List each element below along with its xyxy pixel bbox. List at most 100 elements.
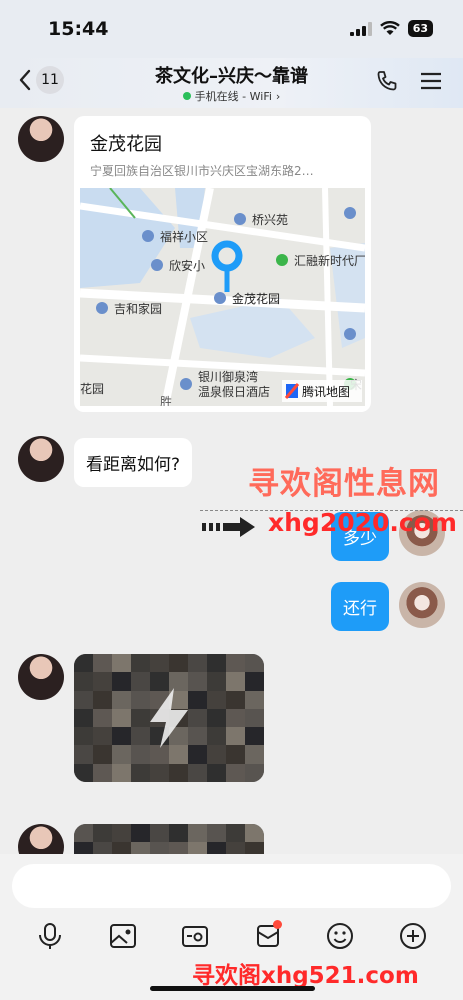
blur-cell — [112, 745, 131, 764]
contact-avatar[interactable] — [18, 436, 64, 482]
menu-icon[interactable] — [419, 69, 443, 93]
message-bubble-outgoing[interactable]: 还行 — [331, 582, 389, 631]
composer: 寻欢阁xhg521.com — [0, 854, 463, 1000]
blur-cell — [207, 763, 226, 782]
blur-cell — [112, 763, 131, 782]
image-message[interactable] — [74, 824, 264, 854]
status-time: 15:44 — [48, 18, 109, 40]
blur-cell — [169, 842, 188, 854]
wifi-icon — [379, 21, 400, 35]
blur-cell — [74, 824, 93, 843]
watermark-arrow-icon — [202, 517, 255, 537]
blur-cell — [245, 745, 264, 764]
status-bar: 15:44 63 — [0, 0, 463, 58]
blur-cell — [112, 654, 131, 673]
blur-cell — [74, 672, 93, 691]
blur-cell — [93, 842, 112, 854]
camera-button[interactable] — [175, 916, 215, 956]
blur-cell — [245, 672, 264, 691]
map-label-hotel-1: 银川御泉湾 — [198, 369, 258, 384]
chat-header: 11 茶文化–兴庆～靠谱 手机在线 - WiFi › — [0, 58, 463, 108]
blur-cell — [131, 763, 150, 782]
bottom-watermark: 寻欢阁xhg521.com — [192, 963, 419, 989]
photo-button[interactable] — [103, 916, 143, 956]
blur-cell — [93, 727, 112, 746]
subtitle-chevron: › — [275, 89, 281, 103]
blur-cell — [150, 842, 169, 854]
home-indicator[interactable] — [150, 986, 315, 991]
emoji-button[interactable] — [320, 916, 360, 956]
contact-avatar[interactable] — [18, 824, 64, 854]
blur-cell — [226, 654, 245, 673]
map-label-jinmao: 金茂花园 — [232, 291, 280, 306]
message-input[interactable] — [12, 864, 451, 908]
more-button[interactable] — [393, 916, 433, 956]
notification-dot — [272, 920, 282, 929]
voice-button[interactable] — [30, 916, 70, 956]
online-status-dot — [182, 92, 191, 100]
blur-cell — [226, 763, 245, 782]
blur-cell — [112, 842, 131, 854]
my-avatar[interactable] — [399, 582, 445, 628]
live-photo-message[interactable] — [74, 654, 264, 782]
message-bubble-incoming[interactable]: 看距离如何? — [74, 438, 193, 487]
blur-cell — [74, 842, 93, 854]
map-label-fuxiang: 福祥小区 — [160, 229, 208, 244]
blur-cell — [207, 654, 226, 673]
map-label-huirong: 汇融新时代厂 — [294, 253, 365, 268]
blur-cell — [74, 727, 93, 746]
blur-cell — [226, 672, 245, 691]
blur-cell — [112, 727, 131, 746]
blur-cell — [188, 654, 207, 673]
blur-cell — [245, 654, 264, 673]
blur-cell — [207, 824, 226, 843]
blur-cell — [207, 690, 226, 709]
blur-cell — [207, 745, 226, 764]
map-label-sheng: 胜 — [160, 394, 172, 406]
contact-avatar[interactable] — [18, 116, 64, 162]
blur-cell — [112, 690, 131, 709]
location-title: 金茂花园 — [90, 134, 162, 155]
map-label-huayuan: 花园 — [80, 381, 104, 396]
blur-cell — [226, 745, 245, 764]
blur-cell — [74, 745, 93, 764]
blur-cell — [169, 654, 188, 673]
blur-cell — [131, 842, 150, 854]
blur-cell — [131, 654, 150, 673]
contact-avatar[interactable] — [18, 654, 64, 700]
blur-cell — [245, 690, 264, 709]
blur-cell — [169, 824, 188, 843]
tencent-map-icon — [284, 383, 300, 399]
lightning-icon — [150, 688, 188, 748]
camera-icon — [182, 926, 209, 947]
blur-cell — [112, 672, 131, 691]
blur-cell — [169, 763, 188, 782]
location-message-card[interactable]: 金茂花园 宁夏回族自治区银川市兴庆区宝湖东路2… 桥兴苑 福祥小区 欣安小 汇融… — [74, 116, 371, 412]
blur-cell — [74, 708, 93, 728]
phone-icon[interactable] — [375, 69, 399, 93]
blur-cell — [112, 708, 131, 728]
status-indicators: 63 — [349, 20, 433, 37]
blur-cell — [226, 842, 245, 854]
blur-cell — [226, 727, 245, 746]
blur-cell — [150, 654, 169, 673]
map-graphic: 桥兴苑 福祥小区 欣安小 汇融新时代厂 金茂花园 吉和家园 银川御泉湾 温泉假日… — [80, 188, 365, 406]
blur-cell — [207, 708, 226, 728]
microphone-icon — [39, 923, 62, 949]
blur-cell — [245, 824, 264, 843]
blur-cell — [93, 824, 112, 843]
blur-cell — [245, 842, 264, 854]
map-label-jihe: 吉和家园 — [114, 301, 162, 316]
location-address: 宁夏回族自治区银川市兴庆区宝湖东路2… — [90, 164, 314, 178]
blur-cell — [245, 727, 264, 746]
blur-cell — [93, 672, 112, 691]
online-status-text: 手机在线 - WiFi — [194, 90, 272, 103]
smiley-icon — [327, 923, 354, 949]
image-icon — [109, 924, 136, 948]
blur-cell — [93, 763, 112, 782]
tencent-map-label: 腾讯地图 — [302, 384, 350, 399]
red-packet-button[interactable] — [248, 916, 288, 956]
plus-circle-icon — [399, 923, 426, 949]
blur-cell — [150, 824, 169, 843]
location-map[interactable]: 桥兴苑 福祥小区 欣安小 汇融新时代厂 金茂花园 吉和家园 银川御泉湾 温泉假日… — [80, 188, 365, 406]
